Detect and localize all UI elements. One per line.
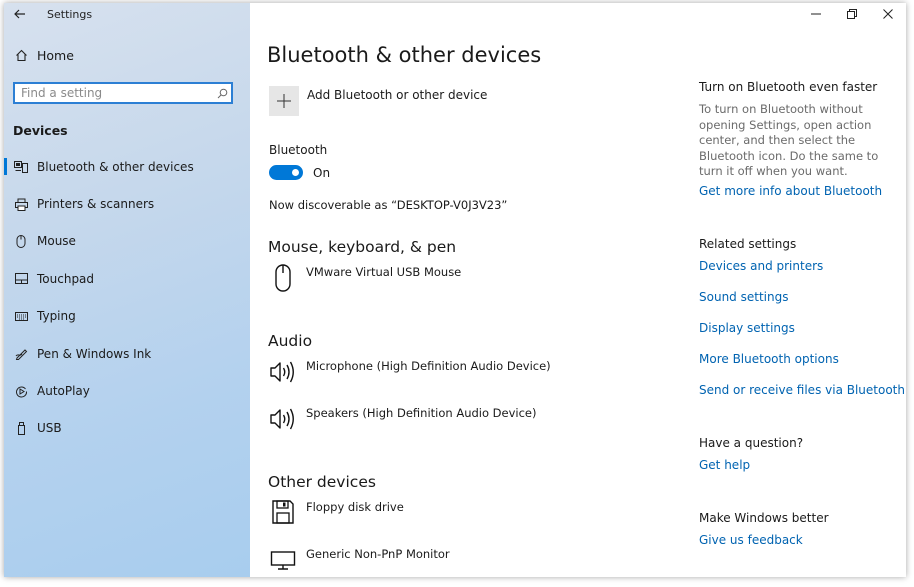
close-icon bbox=[883, 9, 893, 19]
nav-home[interactable]: Home bbox=[13, 48, 74, 63]
minimize-icon bbox=[811, 13, 821, 15]
restore-icon bbox=[847, 9, 857, 19]
usb-icon bbox=[13, 421, 29, 435]
title-bar: Settings bbox=[4, 3, 250, 25]
back-arrow-icon bbox=[14, 9, 25, 19]
sidebar-item-bluetooth[interactable]: Bluetooth & other devices bbox=[4, 148, 250, 185]
sidebar-item-printers[interactable]: Printers & scanners bbox=[4, 185, 250, 222]
sidebar-item-label: Typing bbox=[37, 309, 76, 324]
sidebar-item-label: Printers & scanners bbox=[37, 197, 155, 212]
feedback-link[interactable]: Give us feedback bbox=[699, 533, 803, 547]
sidebar-item-typing[interactable]: Typing bbox=[4, 298, 250, 335]
device-name: VMware Virtual USB Mouse bbox=[306, 265, 462, 279]
get-help-link[interactable]: Get help bbox=[699, 458, 750, 472]
sidebar-item-mouse[interactable]: Mouse bbox=[4, 223, 250, 260]
device-microphone[interactable]: Microphone (High Definition Audio Device… bbox=[269, 358, 551, 388]
keyboard-icon bbox=[13, 311, 29, 321]
related-settings-title: Related settings bbox=[699, 237, 797, 251]
sidebar-item-touchpad[interactable]: Touchpad bbox=[4, 260, 250, 297]
group-title-other-devices: Other devices bbox=[268, 473, 376, 491]
bluetooth-devices-icon bbox=[13, 160, 29, 173]
device-monitor[interactable]: Generic Non-PnP Monitor bbox=[269, 546, 450, 576]
touchpad-icon bbox=[13, 273, 29, 285]
bluetooth-label: Bluetooth bbox=[269, 143, 328, 157]
question-title: Have a question? bbox=[699, 436, 804, 450]
nav-home-label: Home bbox=[37, 48, 74, 63]
pen-icon bbox=[13, 347, 29, 361]
group-title-input-devices: Mouse, keyboard, & pen bbox=[268, 238, 457, 256]
related-link-devices-printers[interactable]: Devices and printers bbox=[699, 259, 823, 273]
add-device-label[interactable]: Add Bluetooth or other device bbox=[307, 88, 487, 102]
main-content: Bluetooth & other devices Add Bluetooth … bbox=[250, 3, 906, 577]
close-button[interactable] bbox=[870, 3, 906, 25]
search-icon[interactable] bbox=[213, 88, 231, 99]
sidebar-item-label: Mouse bbox=[37, 234, 76, 249]
device-name: Microphone (High Definition Audio Device… bbox=[306, 359, 551, 373]
bluetooth-info-link[interactable]: Get more info about Bluetooth bbox=[699, 184, 882, 198]
faster-title: Turn on Bluetooth even faster bbox=[699, 80, 878, 94]
window-controls bbox=[798, 3, 906, 25]
toggle-knob bbox=[292, 169, 299, 176]
printer-icon bbox=[13, 198, 29, 211]
sidebar-item-label: Touchpad bbox=[37, 271, 95, 286]
page-title: Bluetooth & other devices bbox=[267, 43, 542, 67]
speaker-icon bbox=[269, 358, 297, 388]
add-device-button[interactable] bbox=[269, 86, 299, 116]
home-icon bbox=[13, 49, 29, 62]
sidebar-item-label: Bluetooth & other devices bbox=[37, 159, 194, 174]
mouse-icon bbox=[269, 264, 297, 294]
autoplay-icon bbox=[13, 385, 29, 398]
back-button[interactable] bbox=[4, 3, 36, 25]
sidebar-item-autoplay[interactable]: AutoPlay bbox=[4, 372, 250, 409]
sidebar-item-label: AutoPlay bbox=[37, 384, 90, 399]
sidebar: Settings Home Devices Bluetooth & other … bbox=[4, 3, 250, 577]
floppy-disk-icon bbox=[269, 499, 297, 529]
mouse-icon bbox=[13, 234, 29, 248]
related-link-bluetooth-options[interactable]: More Bluetooth options bbox=[699, 352, 839, 366]
speaker-icon bbox=[269, 405, 297, 435]
sidebar-section-title: Devices bbox=[13, 123, 68, 138]
sidebar-nav-list: Bluetooth & other devices Printers & sca… bbox=[4, 148, 250, 447]
related-link-sound[interactable]: Sound settings bbox=[699, 290, 788, 304]
device-name: Speakers (High Definition Audio Device) bbox=[306, 406, 537, 420]
search-box bbox=[13, 82, 233, 104]
group-title-audio: Audio bbox=[268, 332, 313, 350]
faster-description: To turn on Bluetooth without opening Set… bbox=[699, 102, 879, 178]
feedback-title: Make Windows better bbox=[699, 511, 829, 525]
device-floppy[interactable]: Floppy disk drive bbox=[269, 499, 404, 529]
bluetooth-toggle-state: On bbox=[313, 166, 331, 180]
device-name: Floppy disk drive bbox=[306, 500, 404, 514]
bluetooth-toggle[interactable] bbox=[269, 165, 303, 180]
search-input[interactable] bbox=[15, 85, 213, 101]
restore-button[interactable] bbox=[834, 3, 870, 25]
monitor-icon bbox=[269, 546, 297, 576]
settings-window: Settings Home Devices Bluetooth & other … bbox=[4, 3, 906, 577]
discoverable-text: Now discoverable as “DESKTOP-V0J3V23” bbox=[269, 198, 508, 212]
app-title: Settings bbox=[47, 7, 93, 21]
device-speakers[interactable]: Speakers (High Definition Audio Device) bbox=[269, 405, 537, 435]
plus-icon bbox=[277, 94, 291, 108]
device-name: Generic Non-PnP Monitor bbox=[306, 547, 450, 561]
related-link-display[interactable]: Display settings bbox=[699, 321, 795, 335]
related-link-send-receive[interactable]: Send or receive files via Bluetooth bbox=[699, 383, 905, 397]
device-mouse[interactable]: VMware Virtual USB Mouse bbox=[269, 264, 461, 294]
sidebar-item-label: Pen & Windows Ink bbox=[37, 346, 152, 361]
sidebar-item-usb[interactable]: USB bbox=[4, 410, 250, 447]
sidebar-item-pen[interactable]: Pen & Windows Ink bbox=[4, 335, 250, 372]
minimize-button[interactable] bbox=[798, 3, 834, 25]
sidebar-item-label: USB bbox=[37, 421, 62, 436]
